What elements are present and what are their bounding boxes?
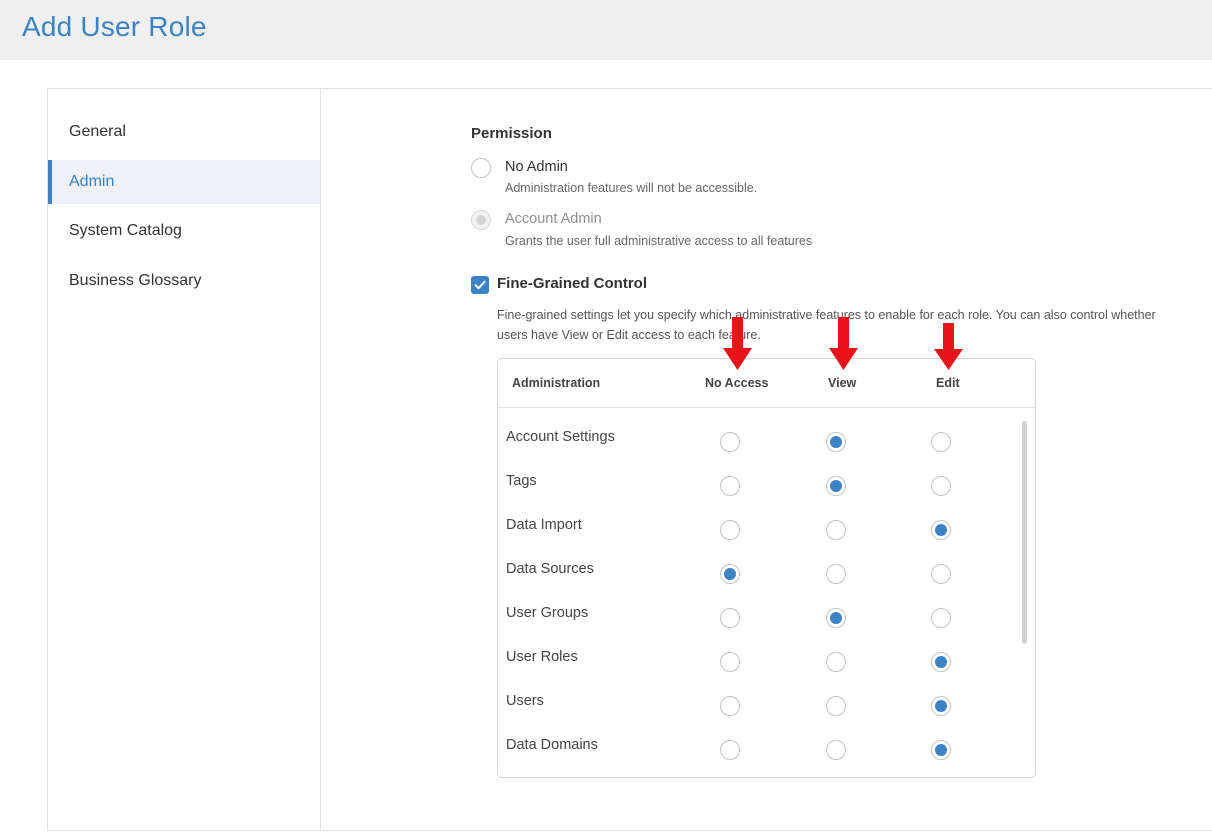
page-title: Add User Role (22, 11, 207, 42)
no-admin-description: Administration features will not be acce… (505, 181, 758, 195)
arrow-down-icon (934, 323, 963, 370)
radio-no-access[interactable] (720, 608, 740, 628)
fine-grained-checkbox[interactable] (471, 276, 489, 294)
arrow-down-icon (723, 317, 752, 370)
radio-no-access[interactable] (720, 740, 740, 760)
page-header: Add User Role (0, 0, 1212, 60)
main-panel: General Admin System Catalog Business Gl… (47, 88, 1212, 831)
row-label: Data Sources (506, 561, 594, 577)
admin-settings: Permission No Admin Administration featu… (322, 89, 1212, 830)
row-label: Data Domains (506, 737, 598, 753)
sidebar-item-admin[interactable]: Admin (48, 160, 320, 204)
radio-no-access[interactable] (720, 476, 740, 496)
row-label: Data Import (506, 517, 582, 533)
radio-no-access[interactable] (720, 652, 740, 672)
sidebar: General Admin System Catalog Business Gl… (48, 89, 321, 830)
radio-edit[interactable] (931, 476, 951, 496)
row-label: User Groups (506, 605, 589, 621)
radio-edit[interactable] (931, 432, 951, 452)
radio-edit[interactable] (931, 564, 951, 584)
radio-edit[interactable] (931, 608, 951, 628)
row-label: Users (506, 693, 544, 709)
radio-view[interactable] (826, 696, 846, 716)
radio-edit[interactable] (931, 652, 951, 672)
row-label: Tags (506, 473, 537, 489)
radio-edit[interactable] (931, 740, 951, 760)
check-icon (474, 280, 486, 290)
radio-edit[interactable] (931, 520, 951, 540)
account-admin-radio (471, 210, 491, 230)
sidebar-item-general[interactable]: General (48, 110, 320, 154)
column-header-no-access: No Access (705, 376, 769, 390)
radio-view[interactable] (826, 520, 846, 540)
account-admin-label: Account Admin (505, 211, 602, 227)
radio-edit[interactable] (931, 696, 951, 716)
radio-view[interactable] (826, 432, 846, 452)
sidebar-item-business-glossary[interactable]: Business Glossary (48, 259, 320, 303)
column-header-view: View (828, 376, 857, 390)
radio-view[interactable] (826, 740, 846, 760)
radio-no-access[interactable] (720, 432, 740, 452)
column-header-edit: Edit (936, 376, 960, 390)
permission-label: Permission (471, 125, 552, 142)
radio-no-access[interactable] (720, 520, 740, 540)
no-admin-label: No Admin (505, 159, 568, 175)
row-label: Account Settings (506, 429, 615, 445)
fine-grained-label: Fine-Grained Control (497, 275, 647, 292)
sidebar-item-system-catalog[interactable]: System Catalog (48, 209, 320, 253)
account-admin-description: Grants the user full administrative acce… (505, 234, 813, 248)
radio-no-access[interactable] (720, 696, 740, 716)
arrow-down-icon (829, 317, 858, 370)
column-header-administration: Administration (512, 376, 601, 390)
admin-permissions-table: Administration No Access View Edit Accou… (497, 358, 1036, 778)
radio-view[interactable] (826, 476, 846, 496)
table-scrollbar[interactable] (1022, 421, 1027, 644)
radio-no-access[interactable] (720, 564, 740, 584)
radio-view[interactable] (826, 608, 846, 628)
row-label: User Roles (506, 649, 578, 665)
radio-view[interactable] (826, 564, 846, 584)
radio-view[interactable] (826, 652, 846, 672)
no-admin-radio[interactable] (471, 158, 491, 178)
fine-grained-description: Fine-grained settings let you specify wh… (497, 308, 1156, 342)
